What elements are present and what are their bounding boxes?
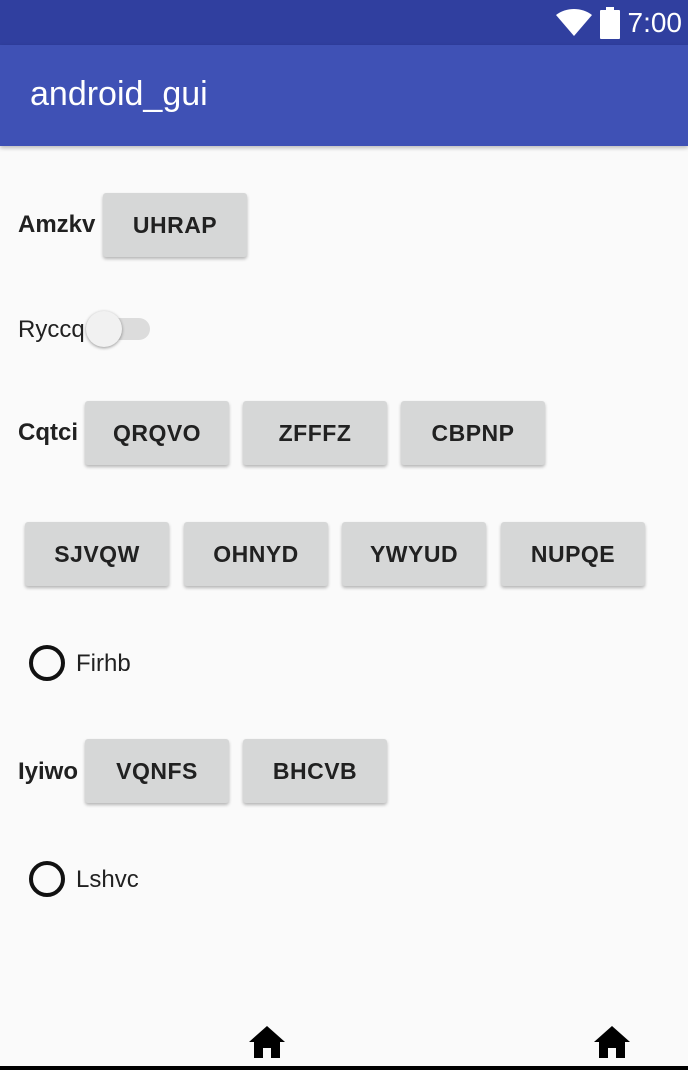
- firhb-label[interactable]: Firhb: [76, 650, 131, 678]
- amzkv-label: Amzkv: [18, 211, 96, 238]
- lshvc-label[interactable]: Lshvc: [76, 866, 139, 894]
- nav-divider: [0, 1066, 688, 1070]
- wifi-icon: [555, 8, 592, 36]
- firhb-radio[interactable]: [29, 645, 65, 681]
- zfffz-button[interactable]: ZFFFZ: [243, 401, 387, 465]
- battery-icon: [599, 6, 620, 39]
- ryccq-switch[interactable]: [86, 311, 152, 347]
- lshvc-radio[interactable]: [29, 861, 65, 897]
- home-icon[interactable]: [593, 1025, 631, 1059]
- qrqvo-button[interactable]: QRQVO: [85, 401, 229, 465]
- nupqe-button[interactable]: NUPQE: [501, 522, 645, 586]
- status-bar: 7:00: [0, 0, 688, 45]
- status-time: 7:00: [627, 6, 683, 38]
- bhcvb-button[interactable]: BHCVB: [243, 739, 387, 803]
- app-bar: android_gui: [0, 45, 688, 146]
- cbpnp-button[interactable]: CBPNP: [401, 401, 545, 465]
- vqnfs-button[interactable]: VQNFS: [85, 739, 229, 803]
- home-icon[interactable]: [248, 1025, 286, 1059]
- ywyud-button[interactable]: YWYUD: [342, 522, 486, 586]
- iyiwo-label: Iyiwo: [18, 758, 79, 785]
- ryccq-label: Ryccq: [18, 316, 85, 343]
- status-icons: 7:00: [555, 0, 683, 45]
- navigation-bar: [0, 1015, 688, 1070]
- cqtci-label: Cqtci: [18, 419, 78, 446]
- ohnyd-button[interactable]: OHNYD: [184, 522, 328, 586]
- app-title: android_gui: [30, 75, 208, 113]
- uhrap-button[interactable]: UHRAP: [103, 193, 247, 257]
- switch-thumb: [86, 311, 122, 347]
- sjvqw-button[interactable]: SJVQW: [25, 522, 169, 586]
